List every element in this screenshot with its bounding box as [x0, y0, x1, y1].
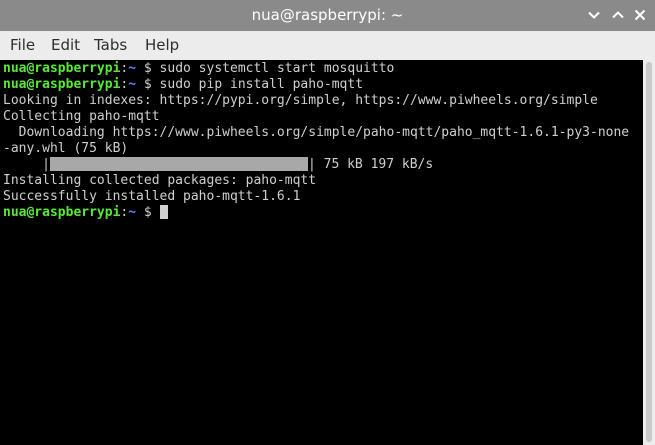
- prompt-dollar: $: [136, 61, 160, 76]
- close-icon[interactable]: [632, 7, 648, 23]
- prompt-dollar: $: [136, 205, 160, 220]
- prompt-path: ~: [128, 205, 137, 220]
- prompt-user: nua@raspberrypi: [3, 205, 121, 220]
- progress-text: | 75 kB 197 kB/s: [307, 157, 434, 172]
- command-text: sudo systemctl start mosquitto: [159, 61, 395, 76]
- scrollbar-thumb[interactable]: [646, 62, 652, 442]
- title-bar[interactable]: nua@raspberrypi: ~: [0, 0, 655, 31]
- terminal-line: Installing collected packages: paho-mqtt: [3, 173, 317, 188]
- text-cursor: [159, 205, 168, 219]
- minimize-icon[interactable]: [586, 7, 602, 23]
- window-title: nua@raspberrypi: ~: [251, 6, 404, 24]
- prompt-user: nua@raspberrypi: [3, 61, 121, 76]
- menu-tabs[interactable]: Tabs: [94, 31, 127, 60]
- terminal-line: nua@raspberrypi:~ $: [3, 205, 629, 221]
- terminal-line: nua@raspberrypi:~ $ sudo pip install pah…: [3, 77, 629, 93]
- prompt-user: nua@raspberrypi: [3, 77, 121, 92]
- maximize-icon[interactable]: [610, 7, 626, 23]
- vertical-scrollbar[interactable]: [643, 60, 655, 445]
- terminal-line: Successfully installed paho-mqtt-1.6.1: [3, 189, 301, 204]
- menu-edit[interactable]: Edit: [51, 31, 80, 60]
- prompt-path: ~: [128, 61, 137, 76]
- terminal-line: Collecting paho-mqtt: [3, 109, 160, 124]
- terminal-window: nua@raspberrypi: ~ File Edit Tabs Help n…: [0, 0, 655, 445]
- prompt-dollar: $: [136, 77, 160, 92]
- progress-lead: |: [3, 157, 50, 172]
- terminal-line: nua@raspberrypi:~ $ sudo systemctl start…: [3, 61, 629, 77]
- command-text: sudo pip install paho-mqtt: [159, 77, 364, 92]
- prompt-path: ~: [128, 77, 137, 92]
- terminal-line: Downloading https://www.piwheels.org/sim…: [3, 125, 630, 140]
- menu-help[interactable]: Help: [145, 31, 179, 60]
- menu-file[interactable]: File: [10, 31, 35, 60]
- terminal-line: Looking in indexes: https://pypi.org/sim…: [3, 93, 598, 108]
- terminal-line: -any.whl (75 kB): [3, 141, 129, 156]
- progress-fill: [49, 157, 308, 171]
- menu-bar: File Edit Tabs Help: [0, 31, 655, 61]
- terminal-output[interactable]: nua@raspberrypi:~ $ sudo systemctl start…: [0, 60, 643, 445]
- progress-line: | | 75 kB 197 kB/s: [3, 157, 629, 173]
- download-progress-bar: [49, 157, 308, 171]
